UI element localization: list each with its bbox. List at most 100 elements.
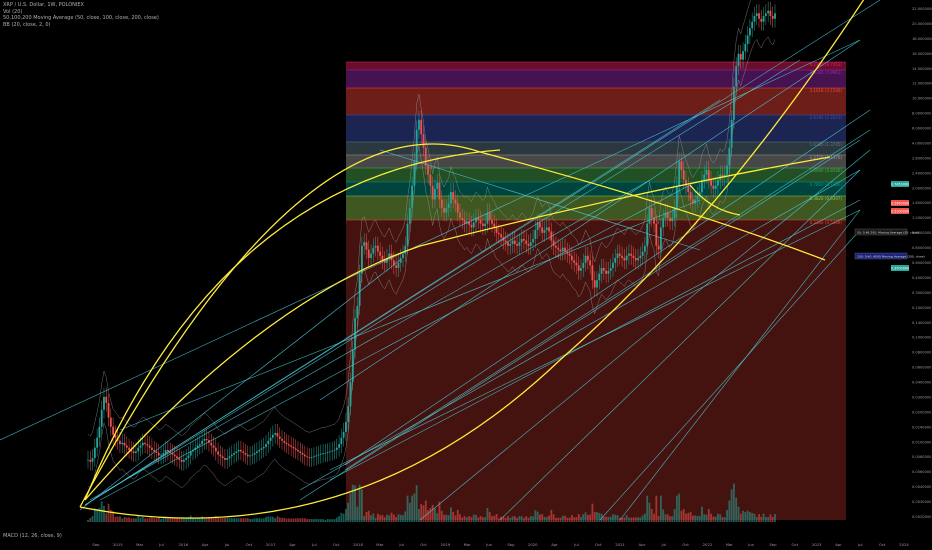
y-tick-label: 22.0000000 [912, 7, 932, 11]
x-tick-label: Mar [136, 542, 144, 547]
volume-bar [130, 518, 133, 522]
volume-bar [685, 513, 687, 522]
volume-bar [96, 509, 99, 522]
candle-body [513, 240, 516, 245]
candle-body [714, 185, 717, 189]
candle-body [89, 459, 92, 462]
volume-bar [484, 517, 487, 522]
candle-body [324, 453, 327, 454]
candle-body [584, 255, 587, 263]
macd-indicator[interactable]: MACD (12, 26, close, 9) [3, 533, 62, 539]
volume-bar [230, 518, 233, 522]
x-tick-label: 2024 [899, 542, 909, 547]
volume-bar [176, 518, 178, 522]
volume-bar [201, 516, 204, 522]
candle-body [107, 402, 110, 418]
x-tick-label: Sep [769, 542, 777, 547]
x-tick-label: Oct [246, 542, 253, 547]
volume-bar [639, 517, 642, 522]
y-tick-label: 0.0030000 [912, 500, 932, 504]
candle-body [246, 454, 249, 457]
candle-body [463, 220, 466, 224]
candle-body [500, 234, 503, 238]
price-axis[interactable]: 22.0000000 20.0000000 18.0000000 16.0000000… [912, 7, 932, 519]
volume-bar [427, 509, 429, 522]
candle-body [345, 421, 347, 432]
candle-body [577, 265, 580, 271]
candle-body [340, 437, 343, 445]
volume-bar [313, 519, 315, 522]
candle-body [294, 448, 297, 450]
volume-bar [283, 517, 286, 522]
volume-bar [399, 514, 402, 522]
volume-bar [292, 518, 295, 522]
candle-body [769, 10, 772, 16]
volume-bar [744, 511, 747, 522]
candle-body [319, 453, 322, 455]
volume-bar [402, 515, 404, 522]
volume-bar [260, 518, 263, 522]
candle-body [575, 262, 578, 266]
fib-level-label: 1.0000 (0.8566) [810, 168, 843, 173]
candle-body [703, 174, 706, 180]
volume-bar [100, 501, 103, 522]
candle-body [518, 242, 521, 246]
volume-bar [764, 517, 767, 522]
volume-bar [628, 517, 630, 522]
volume-bar [287, 518, 290, 522]
fib-band [346, 155, 846, 168]
y-tick-label: 4.0000000 [912, 141, 932, 145]
volume-bar [105, 513, 108, 522]
volume-bar [481, 517, 484, 522]
price-chart[interactable]: 4.2360 (6.7453)3.6180 (4.9961)3.1618 (3.… [0, 0, 932, 550]
candle-body [395, 265, 398, 268]
candle-body [655, 223, 658, 246]
candle-body [730, 119, 733, 148]
candle-body [632, 255, 635, 259]
volume-bar [580, 516, 582, 522]
volume-bar [691, 515, 694, 522]
volume-bar [103, 505, 105, 522]
volume-bar [543, 516, 546, 522]
volume-bar [233, 518, 235, 522]
volume-bar [431, 504, 434, 522]
volume-bar [317, 519, 320, 522]
candle-body [607, 270, 610, 274]
candle-body [507, 242, 509, 246]
candle-body [155, 451, 158, 454]
volume-bar [566, 517, 569, 522]
y-tick-label: 0.0200000 [912, 410, 932, 414]
candle-body [402, 253, 404, 259]
ma-indicator[interactable]: 50,100,200 Moving Average (50, close, 10… [3, 15, 159, 22]
x-tick-label: Apr [639, 542, 646, 547]
candle-body [440, 199, 443, 208]
candle-body [573, 260, 576, 263]
candle-body [532, 238, 534, 243]
y-tick-label: 12.0000000 [912, 82, 932, 86]
volume-bar [276, 516, 279, 522]
volume-bar [548, 515, 550, 522]
volume-bar [370, 515, 372, 522]
candle-body [561, 247, 564, 252]
candle-body [614, 258, 617, 263]
volume-bar [507, 516, 509, 522]
volume-bar [545, 517, 548, 522]
candle-body [516, 244, 518, 246]
y-tick-label: 0.0060000 [912, 470, 932, 474]
bb-indicator[interactable]: BB (20, close, 2, 0) [3, 22, 159, 29]
volume-bar [664, 514, 667, 522]
volume-bar [160, 519, 162, 522]
volume-bar [559, 517, 562, 522]
candle-body [128, 447, 130, 450]
candle-body [774, 13, 776, 19]
symbol-title[interactable]: XRP / U.S. Dollar, 1W, POLONIEX [3, 2, 159, 9]
volume-indicator[interactable]: Vol (20) [3, 9, 159, 16]
candle-body [472, 222, 475, 228]
candle-body [185, 458, 188, 460]
volume-bar [454, 515, 457, 522]
volume-bar [564, 515, 566, 522]
volume-bar [607, 516, 610, 522]
volume-bar [255, 518, 258, 522]
candle-body [459, 212, 461, 218]
volume-bar [107, 503, 110, 522]
